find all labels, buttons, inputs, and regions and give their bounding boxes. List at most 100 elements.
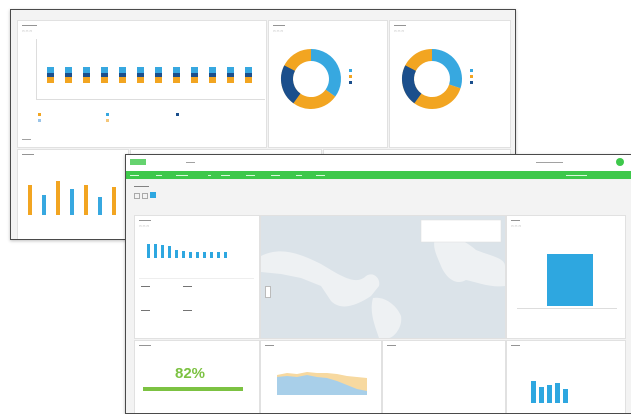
front-kpi-bar: [161, 245, 164, 258]
front-bottom-bar: [547, 385, 552, 403]
nav-item-8[interactable]: ▬▬: [296, 173, 302, 177]
nav-right-item[interactable]: ▬▬▬▬▬▬▬: [566, 173, 587, 177]
front-bottom-3-title: ▬▬▬: [387, 343, 396, 347]
back-bottom-bar: [42, 195, 46, 215]
front-kpi-bar: [189, 252, 192, 258]
map-popover: [420, 219, 502, 243]
front-bottom-card-3: ▬▬▬: [382, 340, 506, 413]
back-bar-segment: [137, 77, 144, 83]
back-donut-tabs-1[interactable]: ▭ ▭ ▭: [273, 29, 283, 33]
back-bar-segment: [245, 77, 252, 83]
legend-swatch-lightblue: [106, 113, 109, 116]
back-bar-segment: [83, 77, 90, 83]
back-bar-segment: [119, 77, 126, 83]
nav-item-7[interactable]: ▬▬▬: [271, 173, 280, 177]
back-bar-segment: [227, 77, 234, 83]
front-kpi-bar: [175, 250, 178, 258]
back-bottom-bar: [28, 185, 32, 215]
front-single-bar-title: ▬▬▬: [511, 218, 520, 222]
donut-legend-swatch: [470, 75, 473, 78]
front-bottom-bar: [555, 383, 560, 403]
front-gauge-title: ▬▬▬▬: [139, 343, 151, 347]
front-map-card: [260, 215, 506, 339]
back-bottom-bar: [112, 187, 116, 215]
nav-item-6[interactable]: ▬▬▬: [246, 173, 255, 177]
back-bottom-bar: [98, 197, 102, 215]
toolbar-button-2[interactable]: [142, 193, 148, 199]
back-bottom-bar: [84, 185, 88, 215]
front-area-chart: [277, 372, 367, 395]
back-bar-chart-title: ▬▬▬▬▬: [22, 23, 37, 27]
legend-swatch-orange: [38, 113, 41, 116]
back-bar-chart-plot: [36, 39, 265, 100]
kpi-progress-bar: [143, 387, 243, 391]
nav-item-9[interactable]: ▬▬▬: [316, 173, 325, 177]
front-bottom-bar: [531, 381, 536, 403]
front-bottom-bar: [539, 387, 544, 403]
donut-legend-swatch: [349, 75, 352, 78]
nav-item-3[interactable]: ▬▬▬▬: [176, 173, 188, 177]
front-bottom-bar: [563, 389, 568, 403]
toolbar-button-active[interactable]: [150, 192, 156, 198]
back-donut-title-1: ▬▬▬▬: [273, 23, 285, 27]
front-gauge-card: ▬▬▬▬ 82%: [134, 340, 260, 413]
legend-swatch-lightorange: [106, 119, 109, 122]
front-kpi-tabs[interactable]: ▭ ▭ ▭: [139, 224, 149, 228]
nav-item-2[interactable]: ▬▬: [156, 173, 162, 177]
header-user-info[interactable]: ▬▬▬▬▬▬▬▬▬: [536, 160, 563, 164]
donut-legend-swatch: [470, 81, 473, 84]
back-header-accent: [41, 9, 61, 10]
front-kpi-bar: [196, 252, 199, 258]
front-single-bar-axis: [517, 308, 617, 309]
dashboard-screenshot-front: ▬▬▬ ▬▬▬▬▬▬▬▬▬ ▬▬▬ ▬▬ ▬▬▬▬ ▬ ▬▬▬ ▬▬▬ ▬▬▬ …: [125, 154, 631, 414]
world-map[interactable]: [261, 216, 505, 338]
front-single-bar-tabs[interactable]: ▭ ▭ ▭: [511, 224, 521, 228]
kpi-percentage: 82%: [175, 365, 206, 382]
front-kpi-bar: [182, 251, 185, 258]
donut-legend-swatch: [470, 69, 473, 72]
back-bar-chart-legend: [36, 111, 261, 129]
front-bottom-bars: [531, 371, 591, 403]
map-zoom-control[interactable]: [265, 286, 271, 298]
front-area-chart-card: ▬▬▬: [260, 340, 382, 413]
back-donut-tabs-2[interactable]: ▭ ▭ ▭: [394, 29, 404, 33]
back-bar-segment: [47, 77, 54, 83]
donut-legend-swatch: [349, 69, 352, 72]
back-bottom-chart-card: ▬▬▬▬: [17, 149, 129, 239]
front-kpi-bar: [224, 252, 227, 258]
front-kpi-stat-2: ▬▬▬: [183, 284, 192, 288]
front-kpi-bar: [168, 246, 171, 258]
nav-item-4[interactable]: ▬: [208, 173, 211, 177]
back-donut-card-2: ▬▬▬▬ ▭ ▭ ▭: [389, 20, 511, 148]
back-bar-segment: [65, 77, 72, 83]
nav-item-1[interactable]: ▬▬▬: [130, 173, 139, 177]
donut-slice: [431, 49, 462, 89]
front-top-header: ▬▬▬ ▬▬▬▬▬▬▬▬▬: [126, 155, 631, 171]
header-title-text: ▬▬▬: [186, 160, 195, 164]
front-kpi-title: ▬▬▬▬: [139, 218, 151, 222]
back-bar-segment: [155, 77, 162, 83]
back-bar-chart-tabs[interactable]: ▭ ▭ ▭: [22, 29, 32, 33]
front-kpi-bars: [147, 238, 247, 263]
back-bottom-title: ▬▬▬▬: [22, 152, 34, 156]
front-single-bar-card: ▬▬▬ ▭ ▭ ▭: [506, 215, 626, 339]
back-donut-title-2: ▬▬▬▬: [394, 23, 406, 27]
nav-item-5[interactable]: ▬▬▬: [221, 173, 230, 177]
brand-logo: [130, 159, 146, 165]
front-kpi-bar: [210, 252, 213, 258]
front-area-title: ▬▬▬: [265, 343, 274, 347]
donut-slice: [310, 49, 341, 97]
toolbar-button-1[interactable]: [134, 193, 140, 199]
front-kpi-bar: [147, 244, 150, 258]
back-donut-card-1: ▬▬▬▬ ▭ ▭ ▭: [268, 20, 388, 148]
front-navigation-bar: ▬▬▬ ▬▬ ▬▬▬▬ ▬ ▬▬▬ ▬▬▬ ▬▬▬ ▬▬ ▬▬▬ ▬▬▬▬▬▬▬: [126, 171, 631, 179]
legend-swatch-darkblue: [176, 113, 179, 116]
back-donut-chart-1: [281, 49, 352, 109]
donut-legend-swatch: [349, 81, 352, 84]
front-kpi-stat-4: ▬▬▬: [183, 308, 192, 312]
legend-swatch-pale: [38, 119, 41, 122]
front-kpi-card: ▬▬▬▬ ▭ ▭ ▭ ▬▬▬ ▬▬▬ ▬▬▬ ▬▬▬: [134, 215, 260, 339]
back-bottom-bar: [56, 181, 60, 215]
page-title: ▬▬▬▬▬: [134, 184, 149, 188]
front-kpi-bar: [217, 252, 220, 258]
